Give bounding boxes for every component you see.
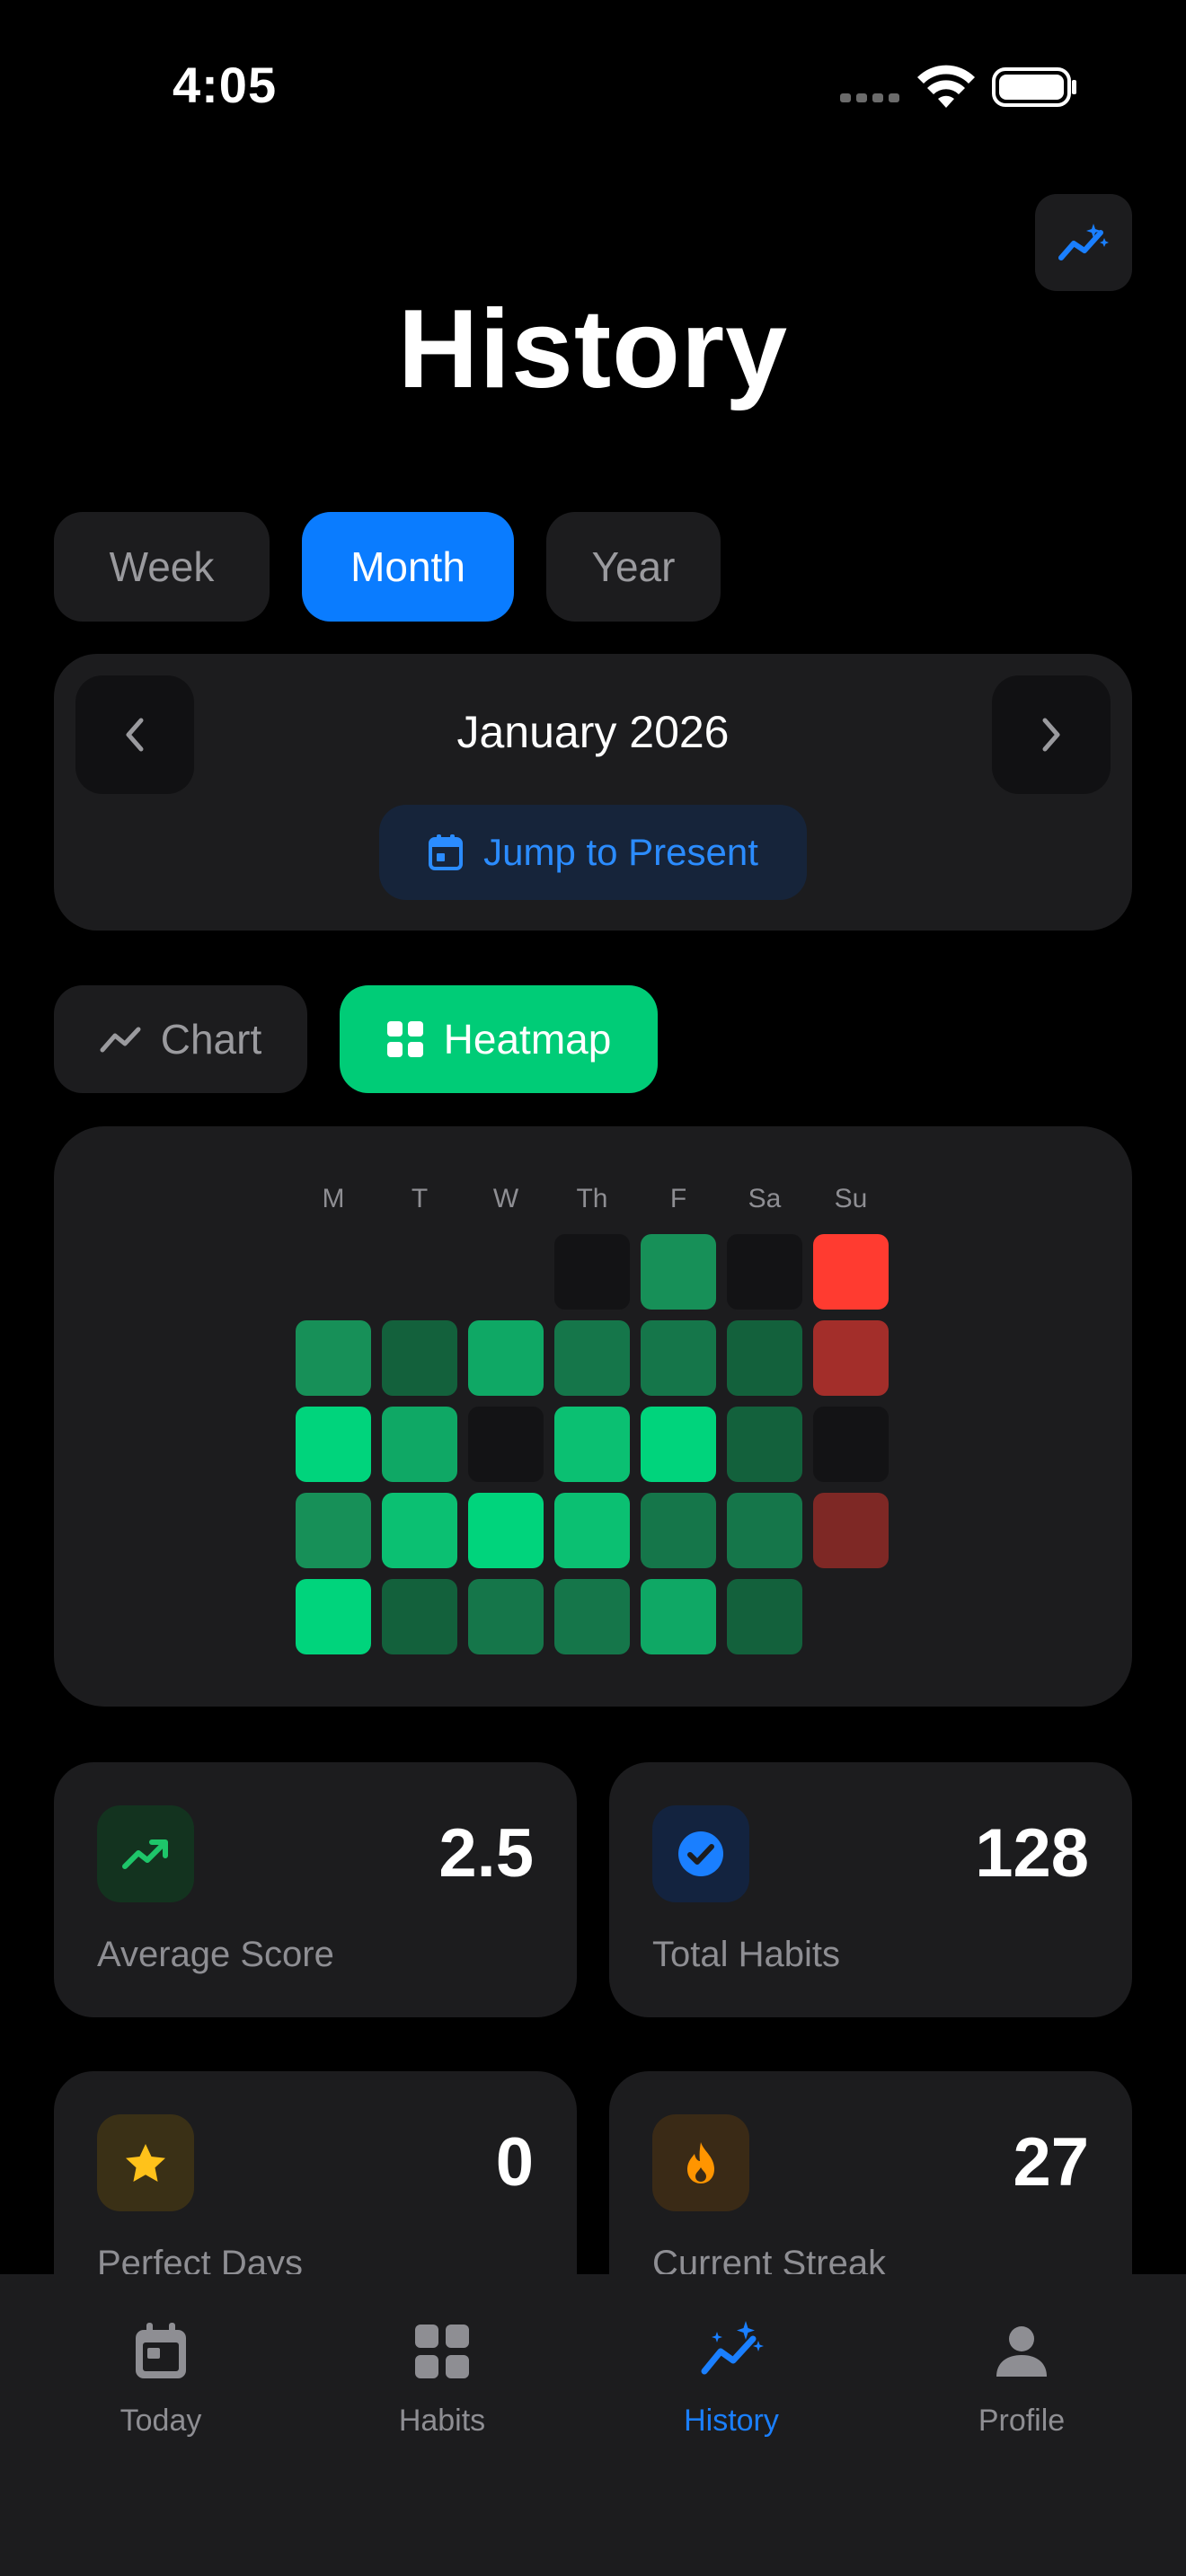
heatmap-cell[interactable] <box>554 1407 630 1482</box>
chevron-right-icon <box>1042 718 1060 752</box>
status-bar: 4:05 <box>0 0 1186 171</box>
analytics-button[interactable] <box>1035 194 1132 291</box>
heatmap-cell[interactable] <box>813 1407 889 1482</box>
stat-value: 27 <box>1013 2124 1089 2201</box>
heatmap-cell[interactable] <box>641 1407 716 1482</box>
battery-icon <box>992 67 1076 107</box>
stat-icon-container <box>652 1805 749 1902</box>
stat-icon-container <box>652 2114 749 2211</box>
heatmap-cell[interactable] <box>727 1234 802 1310</box>
tab-label: Today <box>119 2404 202 2438</box>
calendar-icon <box>429 834 464 870</box>
heatmap-cell[interactable] <box>296 1579 371 1654</box>
heatmap-cell[interactable] <box>468 1407 544 1482</box>
month-label: January 2026 <box>456 707 730 757</box>
cellular-signal-icon <box>840 93 903 106</box>
heatmap-cell[interactable] <box>813 1493 889 1568</box>
flame-icon <box>687 2142 714 2183</box>
heatmap-view-label: Heatmap <box>443 1016 612 1063</box>
tab-habits[interactable]: Habits <box>325 2319 559 2472</box>
heatmap-cell[interactable] <box>727 1493 802 1568</box>
tab-label: Profile <box>978 2404 1066 2438</box>
stat-value: 0 <box>495 2124 534 2201</box>
heatmap-cell[interactable] <box>727 1407 802 1482</box>
tab-today[interactable]: Today <box>44 2319 278 2472</box>
tab-bar: Today Habits History Profile <box>0 2274 1186 2576</box>
day-label-wednesday: W <box>492 1184 519 1213</box>
day-label-sunday: Su <box>834 1184 868 1213</box>
grid-icon <box>415 2325 469 2378</box>
tab-profile[interactable]: Profile <box>905 2319 1138 2472</box>
heatmap-cell[interactable] <box>641 1579 716 1654</box>
heatmap-cell[interactable] <box>727 1320 802 1396</box>
heatmap-cell[interactable] <box>468 1579 544 1654</box>
jump-to-present-button[interactable]: Jump to Present <box>379 805 807 900</box>
stat-card-total-habits: 128 Total Habits <box>609 1762 1132 2017</box>
heatmap-cell[interactable] <box>727 1579 802 1654</box>
page-title: History <box>397 287 789 411</box>
heatmap-cell[interactable] <box>641 1234 716 1310</box>
heatmap-cell[interactable] <box>813 1320 889 1396</box>
stat-icon-container <box>97 2114 194 2211</box>
analytics-icon <box>1058 224 1109 260</box>
heatmap-cell[interactable] <box>641 1320 716 1396</box>
day-label-friday: F <box>669 1184 687 1213</box>
tab-label: Habits <box>398 2404 486 2438</box>
day-label-monday: M <box>322 1184 345 1213</box>
grid-icon <box>386 1021 423 1057</box>
heatmap-cell[interactable] <box>641 1493 716 1568</box>
day-label-tuesday: T <box>411 1184 429 1213</box>
stat-label: Total Habits <box>652 1935 840 1974</box>
star-icon <box>126 2144 165 2182</box>
period-week-button[interactable]: Week <box>54 512 270 622</box>
next-month-button[interactable] <box>992 675 1111 794</box>
wifi-icon <box>917 65 975 108</box>
person-icon <box>996 2326 1047 2377</box>
heatmap-cell[interactable] <box>296 1407 371 1482</box>
stat-icon-container <box>97 1805 194 1902</box>
period-year-button[interactable]: Year <box>546 512 721 622</box>
period-month-button[interactable]: Month <box>302 512 514 622</box>
heatmap-cell[interactable] <box>382 1493 457 1568</box>
heatmap-cell[interactable] <box>382 1320 457 1396</box>
heatmap-cell[interactable] <box>382 1579 457 1654</box>
stat-label: Average Score <box>97 1935 334 1974</box>
analytics-icon <box>701 2321 764 2375</box>
chart-view-label: Chart <box>160 1016 262 1063</box>
heatmap-cell[interactable] <box>468 1320 544 1396</box>
stat-value: 2.5 <box>438 1815 534 1892</box>
heatmap-cell[interactable] <box>554 1320 630 1396</box>
heatmap-cell[interactable] <box>382 1407 457 1482</box>
heatmap-card: M T W Th F Sa Su <box>54 1126 1132 1707</box>
status-time: 4:05 <box>173 57 278 113</box>
check-circle-icon <box>678 1831 723 1876</box>
heatmap-view-button[interactable]: Heatmap <box>340 985 658 1093</box>
stat-card-average-score: 2.5 Average Score <box>54 1762 577 2017</box>
chart-view-button[interactable]: Chart <box>54 985 307 1093</box>
calendar-icon <box>136 2323 186 2378</box>
day-label-saturday: Sa <box>748 1184 782 1213</box>
tab-history[interactable]: History <box>615 2319 848 2472</box>
heatmap-cell[interactable] <box>468 1493 544 1568</box>
month-navigation-card: January 2026 Jump to Present <box>54 654 1132 931</box>
heatmap-cell[interactable] <box>554 1234 630 1310</box>
tab-label: History <box>684 2404 779 2438</box>
stat-value: 128 <box>975 1815 1089 1892</box>
line-chart-icon <box>100 1027 141 1053</box>
day-label-thursday: Th <box>576 1184 608 1213</box>
heatmap-cell[interactable] <box>296 1493 371 1568</box>
jump-to-present-label: Jump to Present <box>483 831 758 873</box>
trending-up-icon <box>122 1839 168 1869</box>
heatmap-cell[interactable] <box>296 1320 371 1396</box>
heatmap-cell[interactable] <box>813 1234 889 1310</box>
heatmap-cell[interactable] <box>554 1493 630 1568</box>
heatmap-cell[interactable] <box>554 1579 630 1654</box>
